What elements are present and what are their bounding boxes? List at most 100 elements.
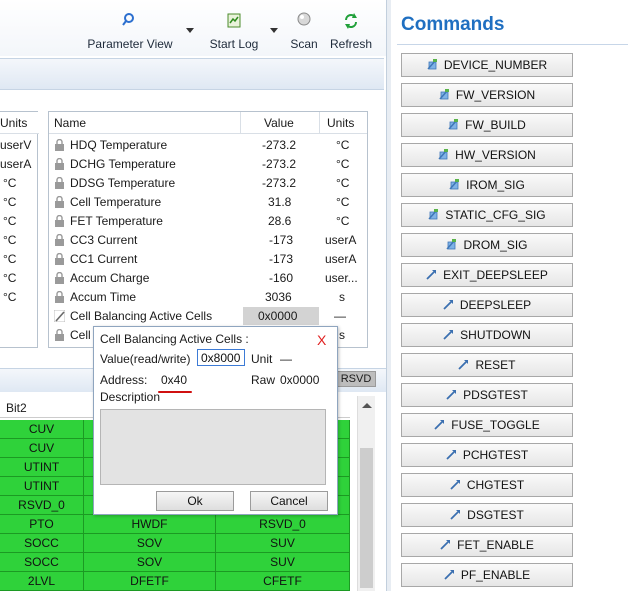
parameter-view-button[interactable]: Parameter View (80, 12, 180, 52)
command-label: HW_VERSION (455, 148, 536, 162)
refresh-button[interactable]: Refresh (326, 12, 376, 52)
column-header-name[interactable]: Name (54, 116, 86, 130)
command-button-fw-build[interactable]: FW_BUILD (401, 113, 573, 137)
send-icon (434, 420, 445, 430)
command-label: CHGTEST (466, 478, 525, 492)
table-row: PTO HWDF RSVD_0 (0, 515, 350, 534)
scan-button[interactable]: Scan (286, 12, 322, 52)
list-item: userA (0, 157, 32, 171)
command-button-deepsleep[interactable]: DEEPSLEEP (401, 293, 573, 317)
register-units: — (334, 309, 346, 323)
register-units: userA (325, 252, 357, 266)
register-value: -173 (269, 233, 294, 247)
register-name: Accum Time (70, 290, 137, 304)
register-name: Cell Balancing Active Cells (70, 309, 213, 323)
description-box (100, 409, 326, 485)
register-value: 0x0000 (258, 309, 298, 323)
ok-button[interactable]: Ok (156, 491, 234, 511)
command-button-reset[interactable]: RESET (401, 353, 573, 377)
command-label: PDSGTEST (463, 388, 528, 402)
table-row[interactable]: FET Temperature 28.6 °C (49, 212, 367, 231)
command-button-irom-sig[interactable]: IROM_SIG (401, 173, 573, 197)
register-value: 3036 (265, 290, 292, 304)
section-header-band (0, 58, 384, 90)
command-button-drom-sig[interactable]: DROM_SIG (401, 233, 573, 257)
command-button-fw-version[interactable]: FW_VERSION (401, 83, 573, 107)
scroll-up-icon[interactable] (362, 403, 372, 408)
send-icon (446, 390, 457, 400)
list-item: °C (3, 252, 17, 266)
register-value: -273.2 (262, 138, 297, 152)
command-button-fet-enable[interactable]: FET_ENABLE (401, 533, 573, 557)
lock-icon (55, 196, 64, 208)
scan-label: Scan (290, 37, 318, 51)
column-header-units[interactable]: Units (327, 116, 354, 130)
left-units-header-label: Units (0, 116, 28, 130)
command-button-device-number[interactable]: DEVICE_NUMBER (401, 53, 573, 77)
table-row[interactable]: DDSG Temperature -273.2 °C (49, 174, 367, 193)
command-button-static-cfg-sig[interactable]: STATIC_CFG_SIG (401, 203, 573, 227)
register-value: 28.6 (268, 214, 292, 228)
column-header-value[interactable]: Value (264, 116, 294, 130)
read-icon (427, 59, 437, 70)
table-row[interactable]: Accum Time 3036 s (49, 288, 367, 307)
scrollbar-thumb[interactable] (360, 448, 373, 588)
register-units: user... (325, 271, 358, 285)
send-icon (446, 450, 456, 460)
register-name: CC1 Current (70, 252, 138, 266)
table-row[interactable]: Accum Charge -160 user... (49, 269, 367, 288)
value-input[interactable] (197, 349, 245, 366)
raw-label: Raw (251, 373, 276, 387)
table-row[interactable]: CC3 Current -173 userA (49, 231, 367, 250)
lock-icon (55, 158, 64, 170)
register-value: -273.2 (262, 157, 297, 171)
register-table-header: Name Value Units (49, 112, 367, 134)
command-label: FUSE_TOGGLE (451, 418, 540, 432)
command-button-pchgtest[interactable]: PCHGTEST (401, 443, 573, 467)
close-icon[interactable]: X (317, 333, 326, 347)
command-button-fuse-toggle[interactable]: FUSE_TOGGLE (401, 413, 573, 437)
table-row[interactable]: Cell Temperature 31.8 °C (49, 193, 367, 212)
command-button-shutdown[interactable]: SHUTDOWN (401, 323, 573, 347)
table-row[interactable]: DCHG Temperature -273.2 °C (49, 155, 367, 174)
table-row: SOCC SOV SUV (0, 553, 350, 572)
lock-icon (55, 272, 64, 284)
start-log-dropdown-arrow[interactable] (270, 28, 278, 33)
dialog-title: Cell Balancing Active Cells : (100, 332, 249, 346)
command-label: EXIT_DEEPSLEEP (443, 268, 548, 282)
address-annotation-underline (158, 391, 192, 393)
command-button-exit-deepsleep[interactable]: EXIT_DEEPSLEEP (401, 263, 573, 287)
register-value: -160 (269, 271, 294, 285)
column-divider (240, 112, 241, 134)
table-row-selected[interactable]: Cell Balancing Active Cells 0x0000 — (49, 307, 367, 326)
bit-table-scrollbar[interactable] (357, 396, 375, 591)
read-icon (448, 119, 459, 130)
table-row[interactable]: CC1 Current -173 userA (49, 250, 367, 269)
parameter-view-dropdown-arrow[interactable] (186, 28, 194, 33)
main-panel: Parameter View Start Log Scan Refresh Un… (0, 0, 390, 591)
cancel-button[interactable]: Cancel (250, 491, 328, 511)
command-label: SHUTDOWN (460, 328, 531, 342)
rsvd-tag: RSVD (336, 371, 376, 387)
read-icon (439, 89, 449, 100)
unit-label: Unit (251, 352, 273, 366)
table-row[interactable]: HDQ Temperature -273.2 °C (49, 136, 367, 155)
edit-pencil-icon (54, 310, 65, 322)
command-button-dsgtest[interactable]: DSGTEST (401, 503, 573, 527)
command-button-hw-version[interactable]: HW_VERSION (401, 143, 573, 167)
register-name: HDQ Temperature (70, 138, 168, 152)
list-item: userV (0, 138, 32, 152)
value-label: Value(read/write) (100, 352, 191, 366)
command-button-pdsgtest[interactable]: PDSGTEST (401, 383, 573, 407)
log-icon (227, 13, 241, 28)
register-name: Accum Charge (70, 271, 150, 285)
command-button-pf-enable[interactable]: PF_ENABLE (401, 563, 573, 587)
send-icon (443, 300, 453, 310)
start-log-button[interactable]: Start Log (204, 12, 264, 52)
register-units: s (339, 328, 345, 342)
command-button-chgtest[interactable]: CHGTEST (401, 473, 573, 497)
list-item: °C (3, 195, 17, 209)
refresh-icon (345, 13, 357, 29)
register-table: Name Value Units HDQ Temperature -273.2 … (48, 111, 368, 348)
toolbar: Parameter View Start Log Scan Refresh (0, 0, 389, 56)
